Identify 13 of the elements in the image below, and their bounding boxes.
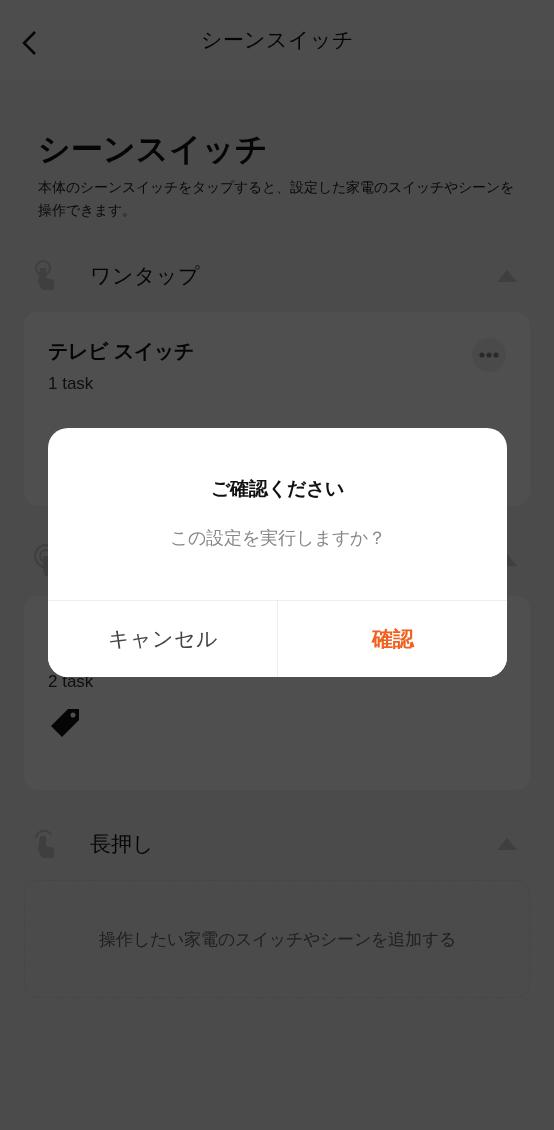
section-title: 長押し [90, 831, 155, 857]
dialog-message: この設定を実行しますか？ [168, 527, 387, 550]
more-icon [479, 352, 499, 358]
task-count: 1 task [48, 374, 95, 394]
more-button[interactable] [472, 338, 506, 372]
header-title: シーンスイッチ [200, 27, 354, 53]
section-title: ワンタップ [90, 263, 201, 289]
card-title: テレビ スイッチ [48, 339, 195, 364]
dialog-title: ご確認ください [210, 477, 345, 501]
tap-waves-icon [32, 544, 48, 576]
page-description: 本体のシーンスイッチをタップすると、設定した家電のスイッチやシーンを操作できます。 [38, 178, 515, 220]
confirm-button[interactable]: 確認 [277, 601, 507, 677]
page-title: シーンスイッチ [38, 130, 269, 169]
